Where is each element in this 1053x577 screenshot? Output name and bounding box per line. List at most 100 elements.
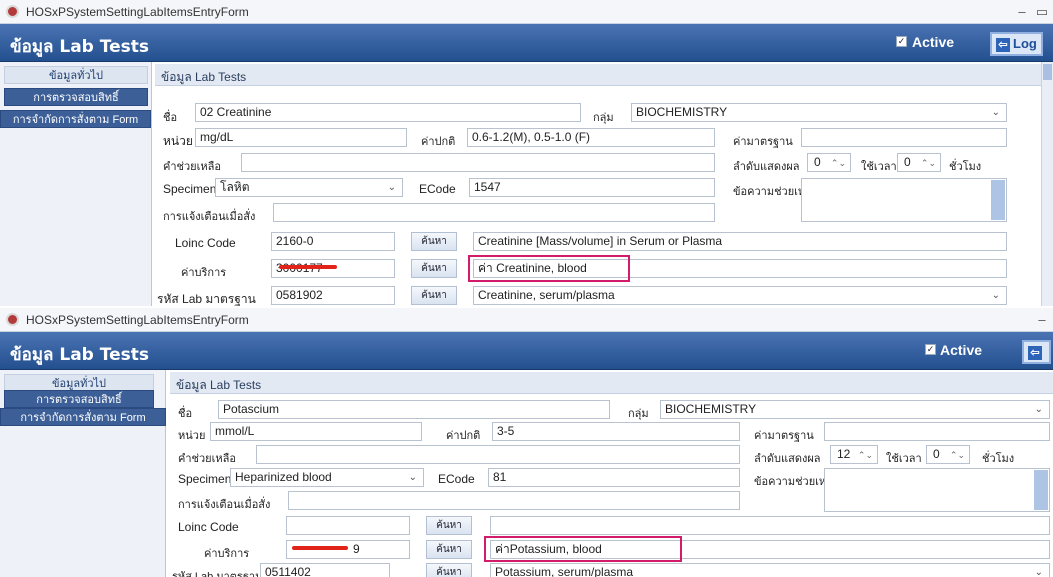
- vertical-scrollbar[interactable]: [1041, 62, 1053, 306]
- service-price-label: ค่าบริการ: [181, 267, 227, 279]
- notify-label: การแจ้งเตือนเมื่อสั่ง: [178, 499, 271, 511]
- menu-form-restriction[interactable]: การจำกัดการสั่งตาม Form: [0, 408, 166, 426]
- group-label: กลุ่ม: [628, 408, 649, 420]
- tab-lab-tests[interactable]: ข้อมูล Lab Tests: [170, 372, 1053, 394]
- name-field[interactable]: 02 Creatinine: [195, 103, 581, 122]
- std-lab-search-button[interactable]: ค้นหา: [426, 563, 472, 577]
- group-select[interactable]: BIOCHEMISTRY ⌄: [631, 103, 1007, 122]
- lab-items-window-creatinine: HOSxPSystemSettingLabItemsEntryForm – ▭ …: [0, 0, 1053, 306]
- chevron-down-icon: ⌄: [408, 472, 417, 483]
- active-label: Active: [912, 34, 955, 50]
- name-field[interactable]: Potascium: [218, 400, 610, 419]
- service-search-button[interactable]: ค้นหา: [426, 540, 472, 559]
- help-field[interactable]: [256, 445, 740, 464]
- notify-field[interactable]: [288, 491, 740, 510]
- memo-scrollbar[interactable]: [991, 180, 1005, 220]
- minimize-icon[interactable]: –: [1014, 4, 1030, 19]
- ecode-field[interactable]: 1547: [469, 178, 715, 197]
- unit-label: หน่วย: [178, 430, 206, 442]
- maximize-icon[interactable]: ▭: [1034, 4, 1050, 20]
- lab-items-window-potassium: HOSxPSystemSettingLabItemsEntryForm – ข้…: [0, 308, 1053, 577]
- help-message-memo[interactable]: [824, 468, 1050, 512]
- display-order-spinner[interactable]: 0 ⌃⌄: [807, 153, 851, 172]
- chevron-down-icon: ⌄: [387, 182, 396, 193]
- std-lab-search-button[interactable]: ค้นหา: [411, 286, 457, 305]
- loinc-code-field[interactable]: [286, 516, 410, 535]
- menu-rights-check[interactable]: การตรวจสอบสิทธิ์: [4, 88, 148, 106]
- display-order-spinner[interactable]: 12 ⌃⌄: [830, 445, 878, 464]
- tab-label: ข้อมูล Lab Tests: [161, 70, 247, 84]
- loinc-code-field[interactable]: 2160-0: [271, 232, 395, 251]
- log-icon: ⇦: [1028, 346, 1042, 360]
- standard-label: ค่ามาตรฐาน: [733, 136, 793, 148]
- unit-field[interactable]: mmol/L: [210, 422, 422, 441]
- highlight-box: [484, 536, 682, 562]
- form-title: ข้อมูล Lab Tests: [10, 37, 149, 57]
- loinc-description-field[interactable]: Creatinine [Mass/volume] in Serum or Pla…: [473, 232, 1007, 251]
- form-content: ข้อมูล Lab Tests ชื่อ Potascium กลุ่ม BI…: [170, 370, 1053, 577]
- menu-general[interactable]: ข้อมูลทั่วไป: [4, 66, 148, 84]
- normal-range-field[interactable]: 3-5: [492, 422, 740, 441]
- loinc-search-button[interactable]: ค้นหา: [426, 516, 472, 535]
- app-logo-icon: [6, 313, 19, 326]
- standard-field[interactable]: [824, 422, 1050, 441]
- display-order-label: ลำดับแสดงผล: [733, 161, 800, 173]
- window-titlebar: HOSxPSystemSettingLabItemsEntryForm –: [0, 308, 1053, 332]
- chevron-down-icon: ⌄: [1034, 404, 1043, 415]
- loinc-label: Loinc Code: [178, 520, 239, 534]
- notify-label: การแจ้งเตือนเมื่อสั่ง: [163, 211, 256, 223]
- specimen-label: Specimen: [178, 472, 232, 486]
- unit-label: หน่วย: [163, 134, 193, 148]
- memo-scrollbar[interactable]: [1034, 470, 1048, 510]
- specimen-select[interactable]: โลหิต ⌄: [215, 178, 403, 197]
- tab-lab-tests[interactable]: ข้อมูล Lab Tests: [155, 64, 1041, 86]
- help-field[interactable]: [241, 153, 715, 172]
- specimen-select[interactable]: Heparinized blood ⌄: [230, 468, 424, 487]
- ecode-field[interactable]: 81: [488, 468, 740, 487]
- std-lab-code-field[interactable]: 0581902: [271, 286, 395, 305]
- menu-rights-check[interactable]: การตรวจสอบสิทธิ์: [4, 390, 154, 408]
- unit-field[interactable]: mg/dL: [195, 128, 407, 147]
- active-checkbox[interactable]: ✓: [896, 36, 907, 47]
- left-menu: ข้อมูลทั่วไป การตรวจสอบสิทธิ์ การจำกัดกา…: [0, 370, 166, 577]
- active-label: Active: [940, 342, 983, 358]
- std-lab-code-field[interactable]: 0511402: [260, 563, 390, 577]
- group-select[interactable]: BIOCHEMISTRY ⌄: [660, 400, 1050, 419]
- spinner-icon[interactable]: ⌃⌄: [950, 447, 965, 464]
- loinc-label: Loinc Code: [175, 236, 236, 250]
- chevron-down-icon: ⌄: [991, 107, 1000, 118]
- loinc-search-button[interactable]: ค้นหา: [411, 232, 457, 251]
- standard-label: ค่ามาตรฐาน: [754, 430, 814, 442]
- notify-field[interactable]: [273, 203, 715, 222]
- help-label: คำช่วยเหลือ: [178, 453, 236, 465]
- display-order-label: ลำดับแสดงผล: [754, 453, 821, 465]
- std-lab-code-label: รหัส Lab มาตรฐาน: [157, 292, 256, 306]
- name-label: ชื่อ: [163, 112, 178, 124]
- group-label: กลุ่ม: [593, 112, 614, 124]
- std-lab-description-select[interactable]: Potassium, serum/plasma ⌄: [490, 563, 1050, 577]
- specimen-label: Specimen: [163, 182, 217, 196]
- standard-field[interactable]: [801, 128, 1007, 147]
- normal-range-field[interactable]: 0.6-1.2(M), 0.5-1.0 (F): [467, 128, 715, 147]
- active-checkbox[interactable]: ✓: [925, 344, 936, 355]
- hours-label: ชั่วโมง: [949, 161, 982, 173]
- redaction-mark: [292, 546, 348, 550]
- log-button[interactable]: ⇦ Log: [990, 32, 1043, 56]
- service-search-button[interactable]: ค้นหา: [411, 259, 457, 278]
- window-title: HOSxPSystemSettingLabItemsEntryForm: [26, 313, 249, 327]
- std-lab-description-select[interactable]: Creatinine, serum/plasma ⌄: [473, 286, 1007, 305]
- log-button[interactable]: ⇦: [1022, 340, 1051, 364]
- normal-label: ค่าปกติ: [421, 136, 456, 148]
- normal-label: ค่าปกติ: [446, 430, 481, 442]
- spinner-icon[interactable]: ⌃⌄: [858, 447, 873, 464]
- loinc-description-field[interactable]: [490, 516, 1050, 535]
- use-time-label: ใช้เวลา: [861, 161, 897, 173]
- help-message-memo[interactable]: [801, 178, 1007, 222]
- spinner-icon[interactable]: ⌃⌄: [831, 155, 846, 172]
- scrollbar-thumb[interactable]: [1043, 64, 1052, 80]
- use-time-spinner[interactable]: 0 ⌃⌄: [897, 153, 941, 172]
- spinner-icon[interactable]: ⌃⌄: [921, 155, 936, 172]
- menu-form-restriction[interactable]: การจำกัดการสั่งตาม Form: [0, 110, 151, 128]
- use-time-spinner[interactable]: 0 ⌃⌄: [926, 445, 970, 464]
- minimize-icon[interactable]: –: [1034, 312, 1050, 327]
